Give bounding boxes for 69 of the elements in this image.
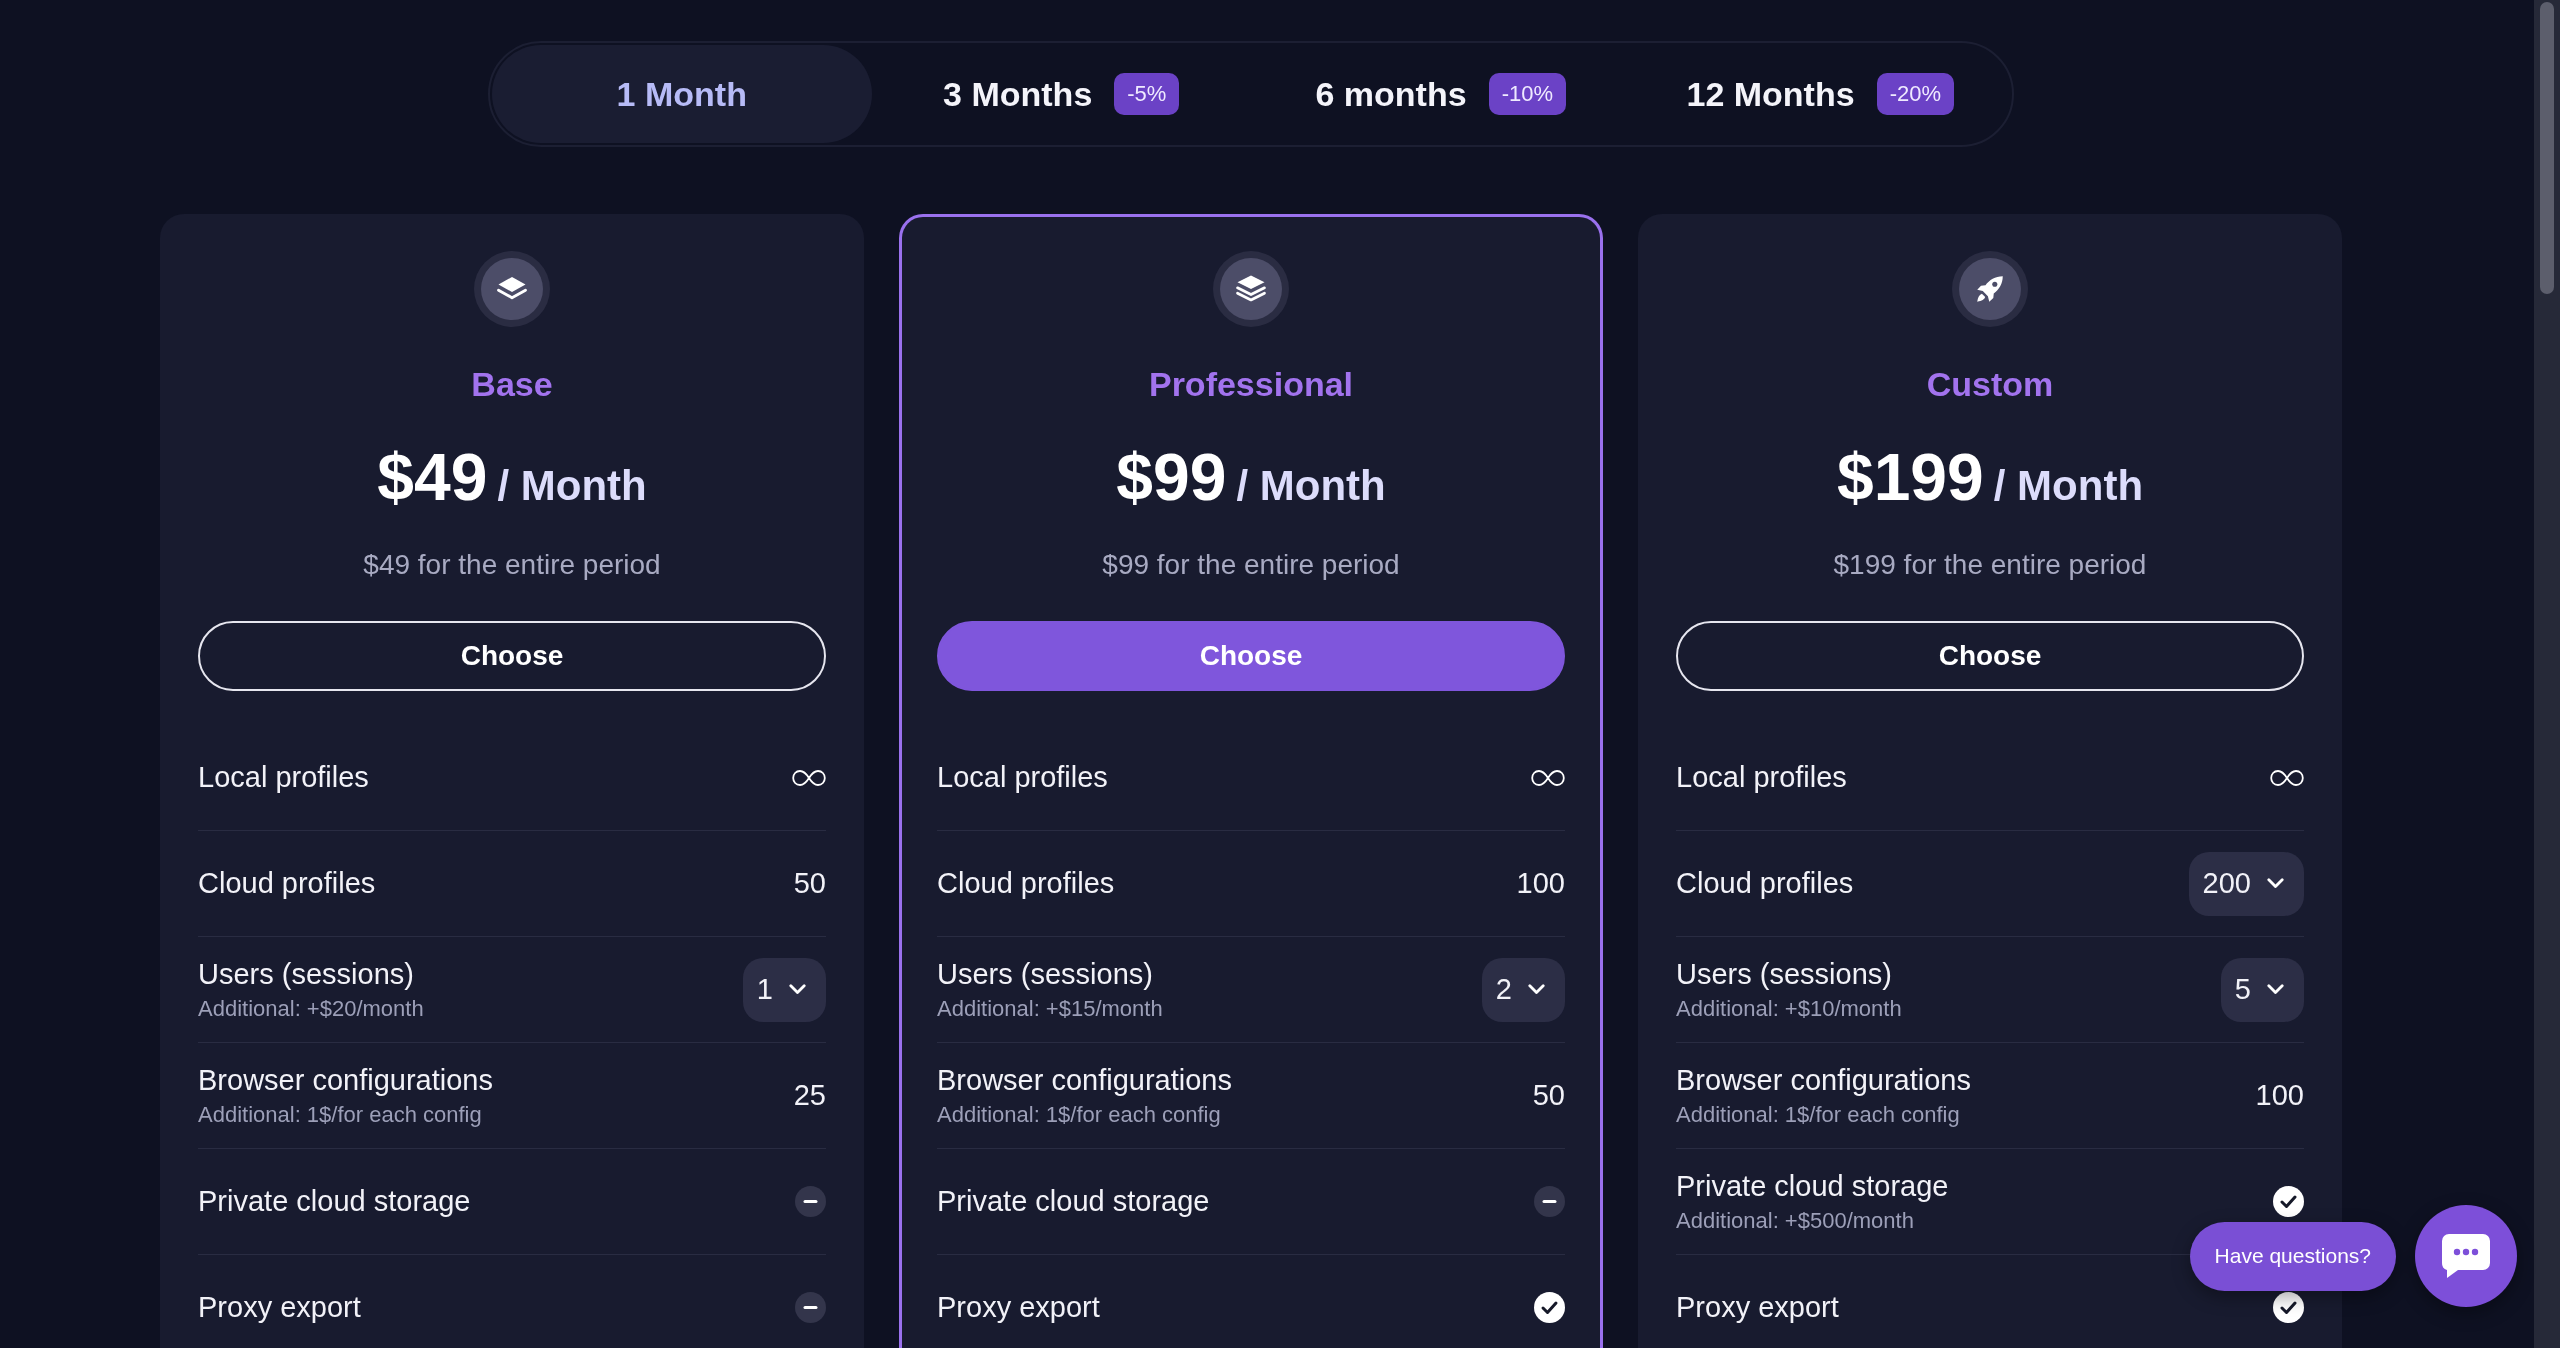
choose-button[interactable]: Choose <box>1676 621 2304 691</box>
feature-label: Cloud profiles <box>1676 866 1854 901</box>
discount-badge: -10% <box>1488 73 1566 115</box>
feature-label: Local profiles <box>937 760 1108 795</box>
feature-value: 25 <box>793 1078 826 1113</box>
feature-note: Additional: 1$/for each config <box>198 1101 482 1128</box>
quantity-dropdown[interactable]: 200 <box>2188 851 2304 916</box>
choose-button[interactable]: Choose <box>937 621 1565 691</box>
feature-label: Local profiles <box>198 760 369 795</box>
feature-note: Additional: +$500/month <box>1676 1207 1914 1234</box>
price-period: / Month <box>1993 461 2144 511</box>
feature-label: Proxy export <box>198 1290 361 1325</box>
rocket-icon <box>1952 251 2028 327</box>
feature-label: Private cloud storage <box>1676 1169 1949 1204</box>
chevron-down-icon <box>2267 878 2284 889</box>
quantity-dropdown[interactable]: 1 <box>742 957 826 1022</box>
infinity-icon <box>2270 768 2304 787</box>
plan-price: $199 <box>1836 439 1984 516</box>
period-total: $49 for the entire period <box>363 548 661 582</box>
quantity-dropdown[interactable]: 2 <box>1481 957 1565 1022</box>
chevron-down-icon <box>2267 984 2284 995</box>
plan-name: Custom <box>1926 364 2054 405</box>
infinity-icon <box>1531 768 1565 787</box>
choose-button[interactable]: Choose <box>198 621 826 691</box>
feature-label: Cloud profiles <box>937 866 1115 901</box>
price-period: / Month <box>497 461 647 511</box>
period-total: $99 for the entire period <box>1102 548 1400 582</box>
feature-label: Cloud profiles <box>198 866 376 901</box>
feature-value: 100 <box>2255 1078 2304 1113</box>
period-tab[interactable]: 6 months -10% <box>1251 45 1631 143</box>
quantity-dropdown[interactable]: 5 <box>2220 957 2304 1022</box>
feature-note: Additional: +$20/month <box>198 995 424 1022</box>
plan-price: $49 <box>377 439 488 516</box>
layers-icon <box>474 251 550 327</box>
plan-price: $99 <box>1116 439 1227 516</box>
period-tab[interactable]: 1 Month <box>492 45 872 143</box>
period-tab[interactable]: 3 Months -5% <box>871 45 1251 143</box>
feature-label: Browser configurations <box>198 1063 493 1098</box>
chevron-down-icon <box>789 984 806 995</box>
plan-name: Professional <box>1148 364 1354 405</box>
chat-prompt-button[interactable]: Have questions? <box>2189 1221 2396 1291</box>
plan-name: Base <box>471 364 553 405</box>
feature-value: 50 <box>793 866 826 901</box>
feature-label: Private cloud storage <box>198 1184 471 1219</box>
scrollbar-thumb[interactable] <box>2540 2 2554 294</box>
infinity-icon <box>792 768 826 787</box>
feature-label: Private cloud storage <box>937 1184 1210 1219</box>
feature-label: Users (sessions) <box>198 957 414 992</box>
chevron-down-icon <box>1528 984 1545 995</box>
feature-label: Users (sessions) <box>1676 957 1892 992</box>
period-tab[interactable]: 12 Months -20% <box>1630 45 2010 143</box>
feature-label: Local profiles <box>1676 760 1847 795</box>
feature-note: Additional: 1$/for each config <box>1676 1101 1960 1128</box>
feature-label: Users (sessions) <box>937 957 1153 992</box>
discount-badge: -20% <box>1876 73 1954 115</box>
price-period: / Month <box>1236 461 1386 511</box>
layers-icon <box>1213 251 1289 327</box>
feature-note: Additional: 1$/for each config <box>937 1101 1221 1128</box>
feature-label: Browser configurations <box>1676 1063 1971 1098</box>
discount-badge: -5% <box>1114 73 1180 115</box>
feature-value: 100 <box>1516 866 1565 901</box>
feature-label: Browser configurations <box>937 1063 1232 1098</box>
feature-note: Additional: +$10/month <box>1676 995 1902 1022</box>
feature-label: Proxy export <box>937 1290 1100 1325</box>
period-total: $199 for the entire period <box>1833 548 2147 582</box>
feature-label: Proxy export <box>1676 1290 1839 1325</box>
chat-bubble-icon <box>2441 1233 2491 1279</box>
feature-value: 50 <box>1532 1078 1565 1113</box>
feature-note: Additional: +$15/month <box>937 995 1163 1022</box>
